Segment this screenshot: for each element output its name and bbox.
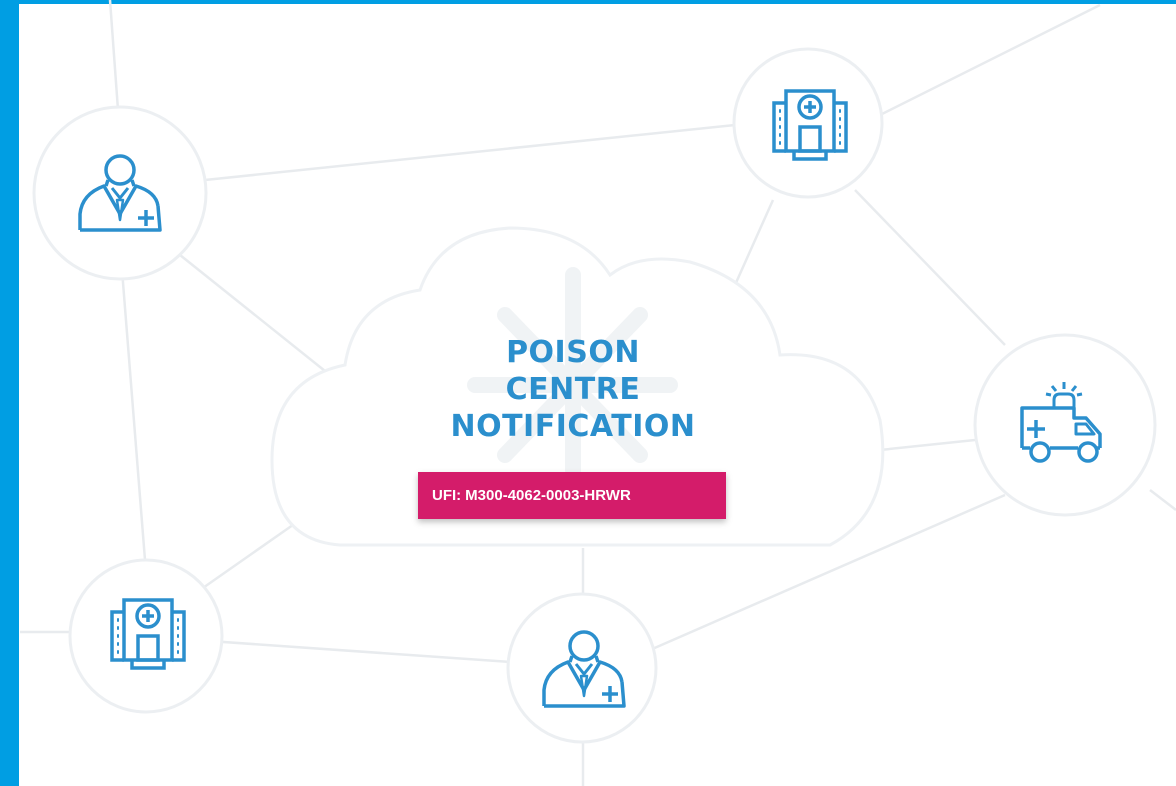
hospital-node-top [732, 47, 884, 199]
title-line-2: CENTRE [505, 372, 641, 407]
ambulance-node-right [973, 333, 1157, 517]
title-line-1: POISON [506, 335, 640, 370]
doctor-node-top-left [32, 105, 208, 281]
ufi-prefix: UFI: [432, 487, 462, 504]
hospital-node-bottom-left [68, 558, 224, 714]
ufi-code: M300-4062-0003-HRWR [465, 487, 631, 504]
ufi-badge: UFI: M300-4062-0003-HRWR [418, 472, 726, 519]
doctor-node-bottom [506, 592, 658, 744]
title-line-3: NOTIFICATION [450, 409, 696, 444]
page-title: POISON CENTRE NOTIFICATION [420, 334, 726, 445]
